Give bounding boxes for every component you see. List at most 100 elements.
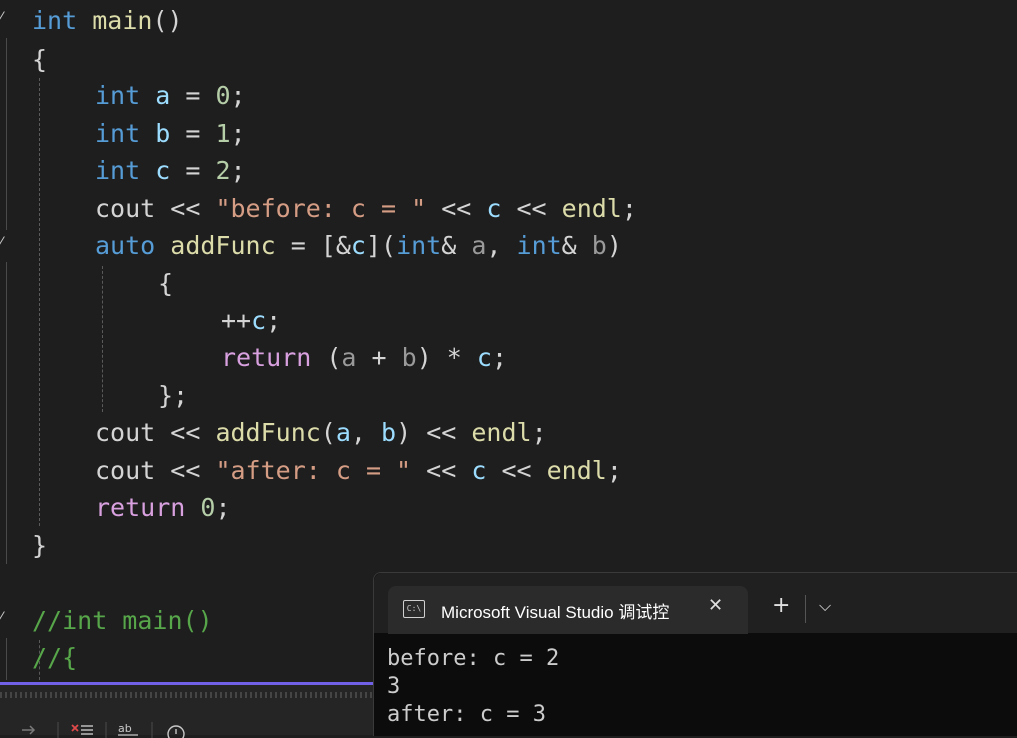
punctuation-token: ; xyxy=(230,119,246,148)
variable-token: b xyxy=(155,119,171,148)
terminal-tab[interactable]: C:\ Microsoft Visual Studio 调试控 ✕ xyxy=(388,586,748,634)
code-line-11[interactable]: }; xyxy=(158,381,188,411)
comment-token: //int main() xyxy=(32,606,213,635)
parameter-token: a xyxy=(341,343,357,372)
operator-token: << xyxy=(411,456,472,485)
arrow-right-icon[interactable] xyxy=(22,725,36,735)
punctuation-token: ( xyxy=(311,343,342,372)
code-line-3[interactable]: int a = 0; xyxy=(95,81,246,111)
operator-token: << xyxy=(155,194,216,223)
bottom-panel: ab xyxy=(0,682,375,738)
text-format-icon[interactable]: ab xyxy=(118,722,138,736)
code-line-4[interactable]: int b = 1; xyxy=(95,119,246,149)
keyword-token: int xyxy=(32,6,78,35)
fold-collapse-icon[interactable]: ⁄ xyxy=(0,235,2,251)
operator-token: = xyxy=(170,156,216,185)
code-line-12[interactable]: cout << addFunc(a, b) << endl; xyxy=(95,418,547,448)
indent-guide xyxy=(102,266,103,412)
parameter-token: b xyxy=(591,231,607,260)
parameter-token: a xyxy=(471,231,487,260)
terminal-output-line: after: c = 3 xyxy=(387,702,546,727)
function-name-token: endl xyxy=(471,418,532,447)
punctuation-token: ; xyxy=(215,493,231,522)
code-line-7[interactable]: auto addFunc = [&c](int& a, int& b) xyxy=(95,231,622,261)
debug-console-window[interactable]: C:\ Microsoft Visual Studio 调试控 ✕ + ⌵ be… xyxy=(373,572,1017,736)
variable-token: c xyxy=(476,343,492,372)
fold-collapse-icon[interactable]: ⁄ xyxy=(0,610,2,626)
punctuation-token: & xyxy=(441,231,472,260)
code-line-2[interactable]: { xyxy=(32,45,47,75)
code-line-13[interactable]: cout << "after: c = " << c << endl; xyxy=(95,456,622,486)
console-icon: C:\ xyxy=(403,600,425,618)
close-tab-icon[interactable]: ✕ xyxy=(708,595,723,616)
panel-splitter-grip[interactable] xyxy=(0,692,375,698)
code-line-6[interactable]: cout << "before: c = " << c << endl; xyxy=(95,194,637,224)
clear-list-icon[interactable] xyxy=(71,724,93,735)
function-name-token: addFunc xyxy=(170,231,276,260)
control-keyword-token: return xyxy=(95,493,186,522)
code-line-9[interactable]: ++c; xyxy=(221,306,281,336)
number-token: 0 xyxy=(215,81,231,110)
variable-token: a xyxy=(335,418,351,447)
punctuation-token: , xyxy=(350,418,382,447)
punctuation-token: ; xyxy=(230,81,246,110)
operator-token: << xyxy=(501,194,562,223)
identifier-token: cout xyxy=(95,418,156,447)
comment-token: //{ xyxy=(32,643,78,672)
keyword-token: int xyxy=(516,231,562,260)
fold-range-line xyxy=(6,262,7,564)
operator-token: << xyxy=(426,194,487,223)
punctuation-token: = [& xyxy=(275,231,351,260)
number-token: 0 xyxy=(200,493,216,522)
parameter-token: b xyxy=(401,343,417,372)
operator-token: = xyxy=(170,81,216,110)
brace-token: { xyxy=(32,45,48,74)
code-line-8[interactable]: { xyxy=(158,269,173,299)
terminal-output-line: 3 xyxy=(387,674,401,699)
indent-guide xyxy=(39,78,40,526)
operator-token: ) * xyxy=(416,343,477,372)
punctuation-token: ; xyxy=(491,343,508,372)
punctuation-token: ; xyxy=(531,418,547,447)
code-line-10[interactable]: return (a + b) * c; xyxy=(221,343,507,373)
fold-range-line xyxy=(6,38,7,230)
clock-icon[interactable] xyxy=(167,725,185,738)
punctuation-token: , xyxy=(486,231,517,260)
code-line-5[interactable]: int c = 2; xyxy=(95,156,246,186)
operator-token: ) << xyxy=(396,418,472,447)
operator-token: << xyxy=(155,456,216,485)
punctuation-token: ; xyxy=(606,456,622,485)
code-line-17[interactable]: //{ xyxy=(32,643,77,673)
punctuation-token: ; xyxy=(621,194,637,223)
string-token: "before: c = " xyxy=(215,194,427,223)
brace-token: }; xyxy=(158,381,189,410)
operator-token: ++ xyxy=(221,306,252,335)
code-line-16[interactable]: //int main() xyxy=(32,606,213,636)
chevron-down-icon[interactable]: ⌵ xyxy=(819,596,831,616)
number-token: 2 xyxy=(215,156,231,185)
code-line-14[interactable]: return 0; xyxy=(95,493,231,523)
titlebar-separator xyxy=(805,595,806,623)
new-tab-icon[interactable]: + xyxy=(772,593,790,618)
panel-toolbar: ab xyxy=(22,722,185,738)
punctuation-token: & xyxy=(561,231,592,260)
function-name-token: addFunc xyxy=(215,418,321,447)
fold-collapse-icon[interactable]: ⁄ xyxy=(0,10,2,26)
variable-token: c xyxy=(155,156,171,185)
punctuation-token: ; xyxy=(266,306,282,335)
terminal-titlebar[interactable]: C:\ Microsoft Visual Studio 调试控 ✕ + ⌵ xyxy=(374,573,1017,634)
operator-token: << xyxy=(486,456,547,485)
code-line-15[interactable]: } xyxy=(32,531,47,561)
punctuation-token: () xyxy=(152,6,183,35)
fold-range-line xyxy=(6,638,7,680)
number-token: 1 xyxy=(215,119,231,148)
keyword-token: int xyxy=(396,231,442,260)
variable-token: c xyxy=(486,194,502,223)
punctuation-token: ; xyxy=(230,156,246,185)
string-token: "after: c = " xyxy=(215,456,412,485)
operator-token: + xyxy=(356,343,402,372)
panel-accent-bar xyxy=(0,682,375,685)
code-line-1[interactable]: int main() xyxy=(32,6,183,36)
operator-token: << xyxy=(155,418,216,447)
